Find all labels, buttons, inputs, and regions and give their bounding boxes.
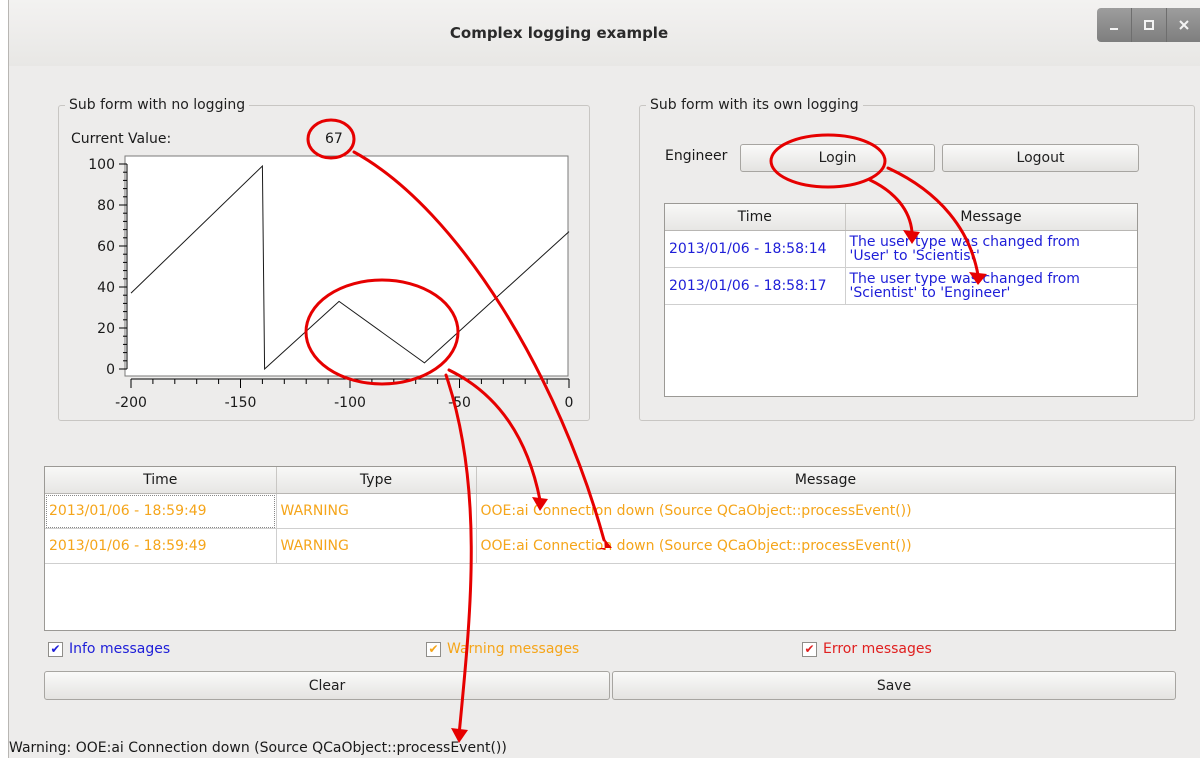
annotation-circle-current-value	[306, 118, 356, 160]
arrowhead	[903, 230, 920, 244]
arrowhead	[969, 272, 987, 285]
arrowhead	[532, 497, 548, 511]
annotation-arrow-login-1	[868, 178, 914, 234]
annotation-circle-login	[769, 133, 887, 189]
annotation-circle-chart-dip	[304, 278, 460, 386]
arrowhead	[451, 728, 468, 743]
annotation-arrow-login-2	[886, 166, 980, 277]
annotation-arrow-chart-status	[444, 373, 473, 737]
annotation-arrow-current-value	[352, 150, 606, 542]
arrowhead	[597, 538, 612, 550]
annotation-overlay	[304, 118, 987, 743]
